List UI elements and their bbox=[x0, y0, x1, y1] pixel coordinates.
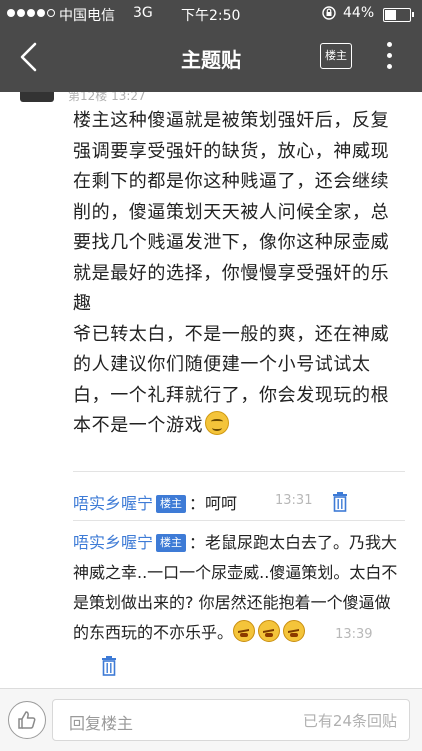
divider bbox=[73, 520, 405, 521]
post-paragraph: 爷已转太白，不是一般的爽，还在神威的人建议你们随便建一个小号试试太白，一个礼拜就… bbox=[73, 323, 390, 437]
status-time: 下午2:50 bbox=[181, 8, 241, 24]
op-badge: 楼主 bbox=[156, 534, 187, 552]
bottom-reply-bar: 回复楼主 已有24条回贴 bbox=[0, 688, 422, 751]
post-paragraph: 楼主这种傻逼就是被策划强奸后，反复强调要享受强奸的缺货，放心，神威现在剩下的都是… bbox=[73, 110, 390, 314]
rotation-lock-icon bbox=[322, 6, 336, 20]
post-body: 楼主这种傻逼就是被策划强奸后，反复强调要享受强奸的缺货，放心，神威现在剩下的都是… bbox=[73, 106, 405, 442]
reply-text: ：呵呵 bbox=[189, 494, 238, 513]
smiley-emoji-icon bbox=[205, 411, 230, 435]
angry-emoji-icon bbox=[233, 620, 256, 642]
op-badge: 楼主 bbox=[156, 495, 187, 513]
reply-username[interactable]: 唔实乡喔宁 bbox=[73, 494, 153, 513]
reply-time: 13:39 bbox=[335, 627, 373, 642]
page-title: 主题贴 bbox=[181, 48, 241, 72]
divider bbox=[73, 471, 405, 472]
angry-emoji-icon bbox=[283, 620, 306, 642]
status-bar: 中国电信 3G 下午2:50 44% bbox=[0, 0, 422, 28]
thumbs-up-icon bbox=[18, 711, 36, 729]
reply-placeholder: 回复楼主 bbox=[69, 714, 134, 733]
top-bar: 中国电信 3G 下午2:50 44% 主题贴 楼主 bbox=[0, 0, 422, 92]
reply-input[interactable]: 回复楼主 已有24条回贴 bbox=[52, 699, 410, 741]
trash-icon[interactable] bbox=[332, 492, 347, 512]
carrier-name: 中国电信 bbox=[59, 8, 115, 24]
battery-icon bbox=[383, 8, 414, 22]
navigation-bar: 主题贴 楼主 bbox=[0, 28, 422, 92]
angry-emoji-icon bbox=[258, 620, 281, 642]
reply-item: 唔实乡喔宁 楼主 ：老鼠尿跑太白去了。乃我大神威之幸..一口一个尿壶威..傻逼策划。… bbox=[73, 528, 405, 680]
reply-item: 唔实乡喔宁 楼主 ：呵呵 13:31 bbox=[73, 490, 405, 514]
reply-count: 已有24条回贴 bbox=[302, 712, 397, 730]
reply-time: 13:31 bbox=[275, 493, 313, 508]
reply-username[interactable]: 唔实乡喔宁 bbox=[73, 533, 153, 552]
battery-percent: 44% bbox=[343, 5, 375, 21]
op-only-button[interactable]: 楼主 bbox=[320, 43, 352, 69]
network-type: 3G bbox=[133, 5, 153, 21]
avatar[interactable] bbox=[20, 92, 54, 102]
like-button[interactable] bbox=[8, 701, 46, 739]
floor-meta: 第12楼 13:27 bbox=[68, 92, 146, 103]
floor-header: 第12楼 13:27 bbox=[0, 92, 422, 106]
more-vertical-icon[interactable] bbox=[387, 42, 393, 70]
signal-strength-icon bbox=[7, 9, 55, 17]
trash-icon[interactable] bbox=[101, 656, 116, 676]
